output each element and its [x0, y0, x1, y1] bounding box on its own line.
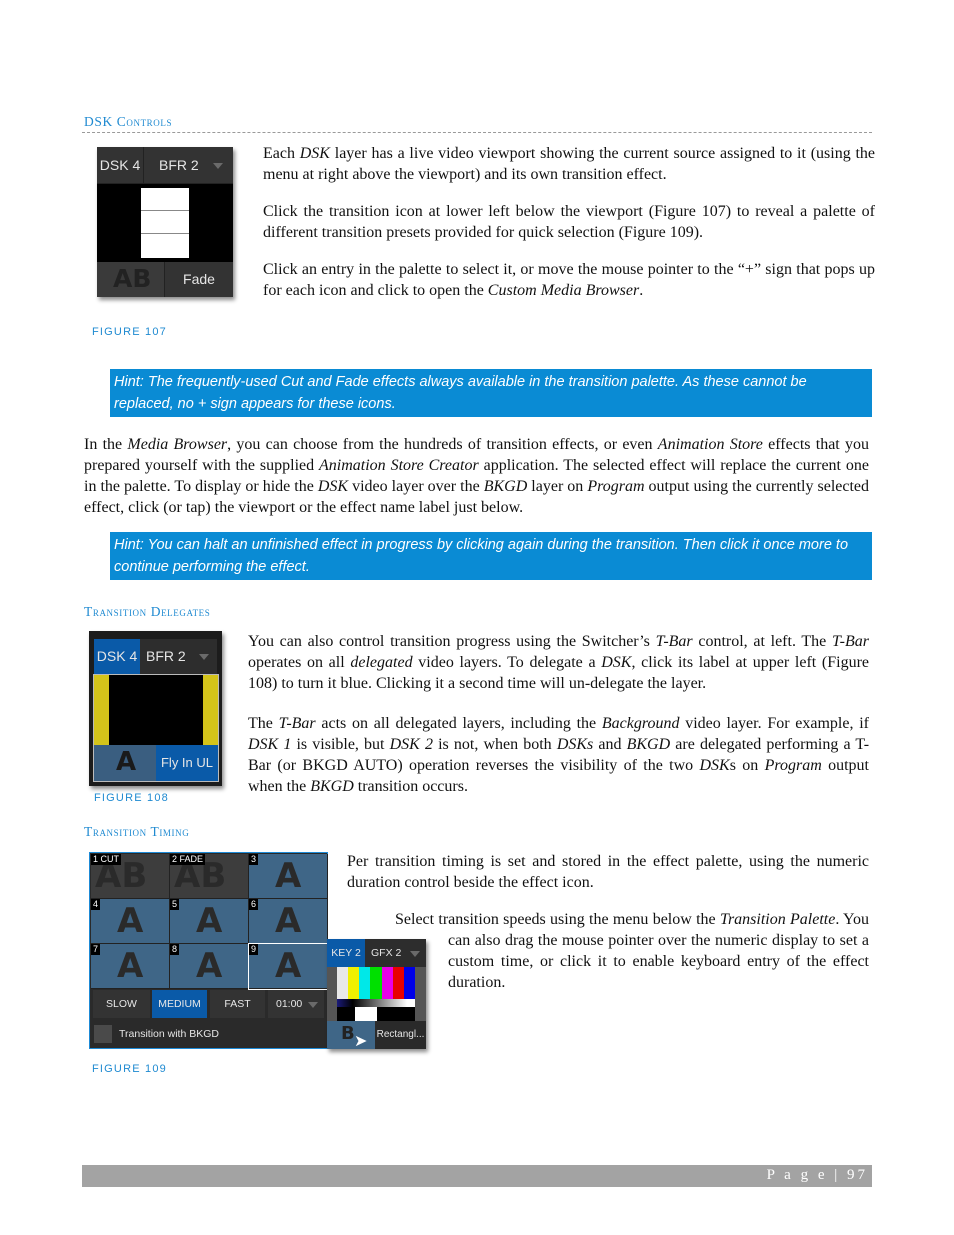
palette-item-5[interactable]: A5 [170, 899, 249, 944]
palette-item-9[interactable]: A9 [248, 943, 329, 990]
key-effect-label[interactable]: Rectangl... [375, 1021, 426, 1049]
page-label: P a g e [766, 1167, 828, 1183]
speed-controls: SLOW MEDIUM FAST 01:00 Transition with B… [90, 990, 327, 1048]
speed-button-medium[interactable]: MEDIUM [152, 990, 207, 1018]
color-bar [370, 967, 382, 999]
source-label: BFR 2 [146, 648, 186, 664]
transition-icon: B [341, 1023, 355, 1044]
effect-name-label[interactable]: Fly In UL [156, 745, 218, 781]
dsk-label-button-delegated[interactable]: DSK 4 [94, 639, 140, 674]
palette-item-label: 5 [170, 899, 180, 910]
palette-item-label: 7 [91, 944, 101, 955]
mouse-pointer-icon: ➤ [354, 1033, 368, 1050]
chevron-down-icon [308, 1002, 318, 1008]
transition-palette: AB 1 CUT AB 2 FADE A 3 A 4 A 5 A 6 A 7 A 8 A 9 SLOW MEDIU… [89, 852, 329, 1049]
video-viewport[interactable]: A Fly In UL [93, 674, 219, 782]
transition-icon-button[interactable]: AB [97, 262, 165, 297]
viewport-thumbnail [141, 188, 189, 258]
timing-paragraph-2a: Select transition speeds using the menu … [395, 909, 869, 993]
color-bar [348, 967, 360, 999]
palette-item-label: 2 FADE [170, 854, 206, 865]
dsk-paragraph-2: Click the transition icon at lower left … [263, 203, 875, 241]
dsk-panel-figure-107: DSK 4 BFR 2 AB Fade [97, 147, 233, 297]
pluge-strip [337, 1007, 415, 1021]
transition-thumbnail-icon: A [275, 946, 302, 986]
palette-item-label: 3 [249, 854, 259, 865]
hint-box-cut-fade: Hint: The frequently-used Cut and Fade e… [110, 369, 872, 417]
palette-item-label: 8 [170, 944, 180, 955]
source-select[interactable]: BFR 2 [140, 639, 217, 674]
color-bar [392, 967, 404, 999]
delegates-paragraph-1: You can also control transition progress… [248, 633, 870, 692]
key-panel: KEY 2 GFX 2 B ➤ Rectangl... [327, 939, 426, 1050]
color-bar [359, 967, 371, 999]
chevron-down-icon [199, 654, 209, 660]
palette-item-7[interactable]: A7 [91, 944, 170, 989]
transition-thumbnail-icon: A [275, 856, 302, 896]
key-source-label: GFX 2 [371, 947, 402, 959]
palette-item-6[interactable]: A6 [249, 899, 328, 944]
transition-with-bkgd-checkbox[interactable] [94, 1025, 112, 1043]
yellow-border-left [94, 675, 109, 745]
palette-grid: AB 1 CUT AB 2 FADE A 3 A 4 A 5 A 6 A 7 A 8 A 9 [91, 854, 329, 990]
page-footer: P a g e | 97 [82, 1165, 872, 1187]
key-viewport[interactable] [327, 967, 426, 1021]
chevron-down-icon [410, 951, 420, 957]
delegates-paragraph-2: The T-Bar acts on all delegated layers, … [248, 715, 870, 795]
palette-item-label: 6 [249, 899, 259, 910]
speed-button-slow[interactable]: SLOW [93, 990, 150, 1018]
palette-item-4[interactable]: A4 [91, 899, 170, 944]
transition-thumbnail-icon: A [117, 946, 144, 986]
timing-paragraph-1: Per transition timing is set and stored … [347, 853, 869, 891]
palette-item-label: 4 [91, 899, 101, 910]
transition-thumbnail-icon: A [275, 901, 302, 941]
figure-caption-108: FIGURE 108 [94, 792, 169, 804]
color-bar [381, 967, 393, 999]
timing-paragraph-2: Select transition speeds using the menu … [395, 911, 870, 991]
dsk-paragraph-3: Click an entry in the palette to select … [263, 261, 875, 299]
media-browser-paragraph: In the Media Browser, you can choose fro… [84, 436, 870, 516]
transition-icon-button[interactable]: A [94, 745, 156, 781]
source-select[interactable]: BFR 2 [144, 147, 233, 184]
page-number: P a g e | 97 [766, 1167, 868, 1183]
video-viewport[interactable] [97, 184, 233, 262]
transition-thumbnail-icon: A [117, 901, 144, 941]
yellow-border-right [203, 675, 218, 745]
dsk-paragraph-1: Each DSK layer has a live video viewport… [263, 145, 876, 183]
color-bar [403, 967, 415, 999]
palette-item-3[interactable]: A3 [249, 854, 328, 899]
page-number-value: 97 [847, 1167, 868, 1183]
palette-item-8[interactable]: A8 [170, 944, 249, 989]
transition-thumbnail-icon: A [196, 901, 223, 941]
transition-thumbnail-icon: A [196, 946, 223, 986]
dsk-panel-figure-108: DSK 4 BFR 2 A Fly In UL [89, 631, 222, 786]
speed-button-fast[interactable]: FAST [210, 990, 265, 1018]
duration-value: 01:00 [276, 998, 303, 1010]
palette-item-2[interactable]: AB 2 FADE [170, 854, 249, 899]
fly-in-transition-icon: A [116, 747, 137, 777]
section-heading-dsk-controls: DSK Controls [84, 114, 173, 129]
gradient-strip [337, 999, 415, 1007]
figure-caption-109: FIGURE 109 [92, 1063, 167, 1075]
source-label: BFR 2 [159, 157, 199, 173]
color-bars [337, 967, 415, 999]
transition-with-bkgd-label: Transition with BKGD [119, 1028, 219, 1040]
dsk-label-button[interactable]: DSK 4 [97, 147, 144, 184]
section-divider [82, 132, 872, 133]
palette-item-label: 1 CUT [91, 854, 122, 865]
color-bar [337, 967, 349, 999]
chevron-down-icon [213, 163, 223, 169]
section-heading-transition-delegates: Transition Delegates [84, 604, 211, 619]
ab-transition-icon: AB [113, 264, 152, 293]
key-label-button[interactable]: KEY 2 [327, 939, 365, 967]
effect-name-label[interactable]: Fade [165, 262, 233, 297]
key-source-select[interactable]: GFX 2 [365, 939, 426, 967]
hint-box-halt-effect: Hint: You can halt an unfinished effect … [110, 532, 872, 580]
figure-caption-107: FIGURE 107 [92, 326, 167, 338]
key-transition-icon-button[interactable]: B ➤ [327, 1021, 375, 1050]
duration-control[interactable]: 01:00 [268, 990, 324, 1018]
palette-item-label: 9 [249, 944, 259, 955]
palette-item-1[interactable]: AB 1 CUT [91, 854, 170, 899]
section-heading-transition-timing: Transition Timing [84, 824, 190, 839]
